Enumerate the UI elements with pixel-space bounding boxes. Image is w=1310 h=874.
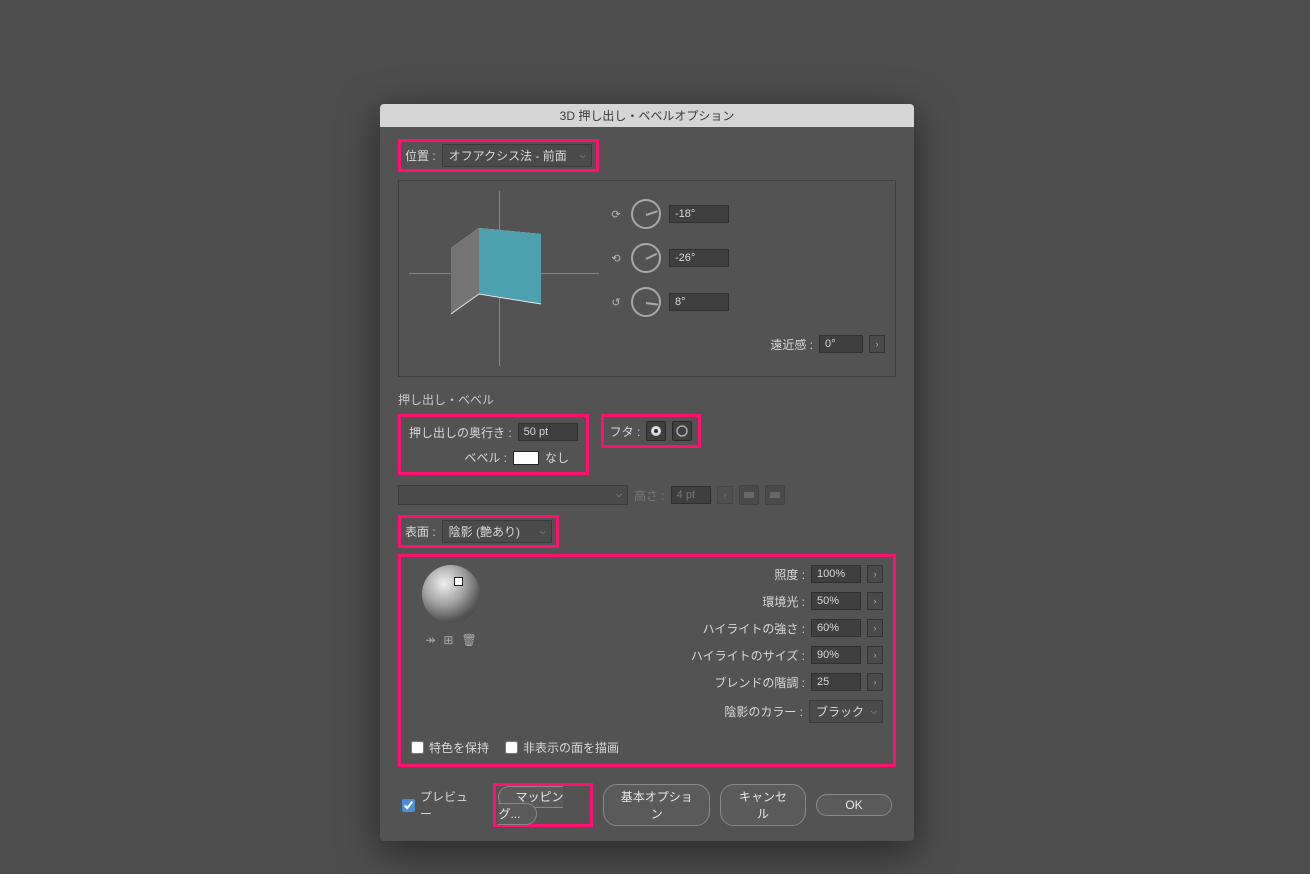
bevel-label: ベベル : bbox=[409, 449, 507, 466]
ambient-input[interactable] bbox=[811, 592, 861, 610]
dialog-content: 位置 : オフアクシス法 - 前面 ⌵ bbox=[380, 127, 914, 841]
position-select[interactable]: オフアクシス法 - 前面 ⌵ bbox=[442, 144, 592, 167]
rotate-x-input[interactable] bbox=[669, 205, 729, 223]
bevel-swatch bbox=[513, 451, 539, 465]
rotate-y-icon: ⟲ bbox=[609, 252, 623, 265]
perspective-input[interactable] bbox=[819, 335, 863, 353]
rotate-z-icon: ↺ bbox=[609, 296, 623, 309]
draw-hidden-label: 非表示の面を描画 bbox=[523, 739, 619, 756]
height-label: 高さ : bbox=[634, 487, 665, 504]
shade-color-value: ブラック bbox=[816, 703, 864, 720]
cap-group: フタ : bbox=[601, 414, 702, 448]
light-tools: ↠ ⊞ 🗑 bbox=[425, 633, 476, 647]
preserve-spot-label: 特色を保持 bbox=[429, 739, 489, 756]
preview-label: プレビュー bbox=[420, 788, 469, 822]
ok-button[interactable]: OK bbox=[816, 794, 892, 816]
blend-steps-input[interactable] bbox=[811, 673, 861, 691]
shade-color-select[interactable]: ブラック ⌵ bbox=[809, 700, 883, 723]
light-sphere[interactable] bbox=[422, 565, 480, 623]
preview-checkbox[interactable]: プレビュー bbox=[402, 788, 469, 822]
shade-color-label: 陰影のカラー : bbox=[683, 703, 803, 720]
add-light-icon[interactable]: ⊞ bbox=[443, 633, 453, 647]
light-intensity-input[interactable] bbox=[811, 565, 861, 583]
rotation-controls: ⟳ ⟲ ↺ 遠近感 : › bbox=[609, 191, 885, 366]
highlight-intensity-stepper[interactable]: › bbox=[867, 619, 883, 637]
rotate-x-dial[interactable] bbox=[631, 199, 661, 229]
extrude-bevel-dialog: 3D 押し出し・ベベルオプション 位置 : オフアクシス法 - 前面 ⌵ bbox=[380, 104, 914, 841]
move-light-back-icon[interactable]: ↠ bbox=[425, 633, 435, 647]
chevron-down-icon: ⌵ bbox=[616, 490, 622, 500]
position-value: オフアクシス法 - 前面 bbox=[449, 147, 567, 164]
light-marker[interactable] bbox=[454, 577, 463, 586]
surface-label: 表面 : bbox=[405, 523, 436, 540]
rotate-x-icon: ⟳ bbox=[609, 208, 623, 221]
draw-hidden-checkbox[interactable]: 非表示の面を描画 bbox=[505, 739, 619, 756]
extrude-fields: 押し出しの奥行き : ベベル : なし bbox=[398, 414, 589, 475]
highlight-intensity-input[interactable] bbox=[811, 619, 861, 637]
ambient-label: 環境光 : bbox=[685, 593, 805, 610]
height-stepper: › bbox=[717, 486, 733, 504]
bevel-height-row: ⌵ 高さ : › bbox=[398, 485, 896, 505]
chevron-down-icon: ⌵ bbox=[871, 707, 877, 717]
map-art-button[interactable]: マッピング... bbox=[498, 786, 563, 825]
rotate-y-input[interactable] bbox=[669, 249, 729, 267]
highlight-size-input[interactable] bbox=[811, 646, 861, 664]
surface-value: 陰影 (艶あり) bbox=[449, 523, 520, 540]
ambient-stepper[interactable]: › bbox=[867, 592, 883, 610]
chevron-down-icon: ⌵ bbox=[580, 151, 586, 161]
preserve-spot-checkbox[interactable]: 特色を保持 bbox=[411, 739, 489, 756]
chevron-down-icon: ⌵ bbox=[540, 527, 546, 537]
perspective-label: 遠近感 : bbox=[770, 336, 813, 353]
depth-label: 押し出しの奥行き : bbox=[409, 424, 512, 441]
bevel-out-icon bbox=[765, 485, 785, 505]
rotation-preview-panel: ⟳ ⟲ ↺ 遠近感 : › bbox=[398, 180, 896, 377]
cap-label: フタ : bbox=[610, 423, 641, 440]
position-label: 位置 : bbox=[405, 147, 436, 164]
cube-icon bbox=[449, 216, 559, 326]
rotate-z-dial[interactable] bbox=[631, 287, 661, 317]
surface-select[interactable]: 陰影 (艶あり) ⌵ bbox=[442, 520, 552, 543]
bevel-shape-select[interactable]: ⌵ bbox=[398, 485, 628, 505]
dialog-footer: プレビュー マッピング... 基本オプション キャンセル OK bbox=[398, 783, 896, 827]
rotate-z-input[interactable] bbox=[669, 293, 729, 311]
light-intensity-label: 照度 : bbox=[685, 566, 805, 583]
bevel-value: なし bbox=[545, 449, 569, 466]
dialog-title: 3D 押し出し・ベベルオプション bbox=[380, 104, 914, 127]
delete-light-icon[interactable]: 🗑 bbox=[461, 633, 476, 647]
perspective-stepper[interactable]: › bbox=[869, 335, 885, 353]
depth-input[interactable] bbox=[518, 423, 578, 441]
blend-steps-label: ブレンドの階調 : bbox=[685, 674, 805, 691]
light-intensity-stepper[interactable]: › bbox=[867, 565, 883, 583]
extrude-heading: 押し出し・ベベル bbox=[398, 391, 896, 408]
height-input bbox=[671, 486, 711, 504]
blend-steps-stepper[interactable]: › bbox=[867, 673, 883, 691]
shading-panel: ↠ ⊞ 🗑 照度 : › 環境光 : › bbox=[401, 557, 893, 731]
highlight-size-stepper[interactable]: › bbox=[867, 646, 883, 664]
rotate-y-dial[interactable] bbox=[631, 243, 661, 273]
cap-on-button[interactable] bbox=[646, 421, 666, 441]
cancel-button[interactable]: キャンセル bbox=[720, 784, 806, 826]
cube-preview[interactable] bbox=[409, 191, 599, 366]
fewer-options-button[interactable]: 基本オプション bbox=[603, 784, 710, 826]
bevel-in-icon bbox=[739, 485, 759, 505]
highlight-size-label: ハイライトのサイズ : bbox=[685, 647, 805, 664]
highlight-intensity-label: ハイライトの強さ : bbox=[685, 620, 805, 637]
cap-off-button[interactable] bbox=[672, 421, 692, 441]
